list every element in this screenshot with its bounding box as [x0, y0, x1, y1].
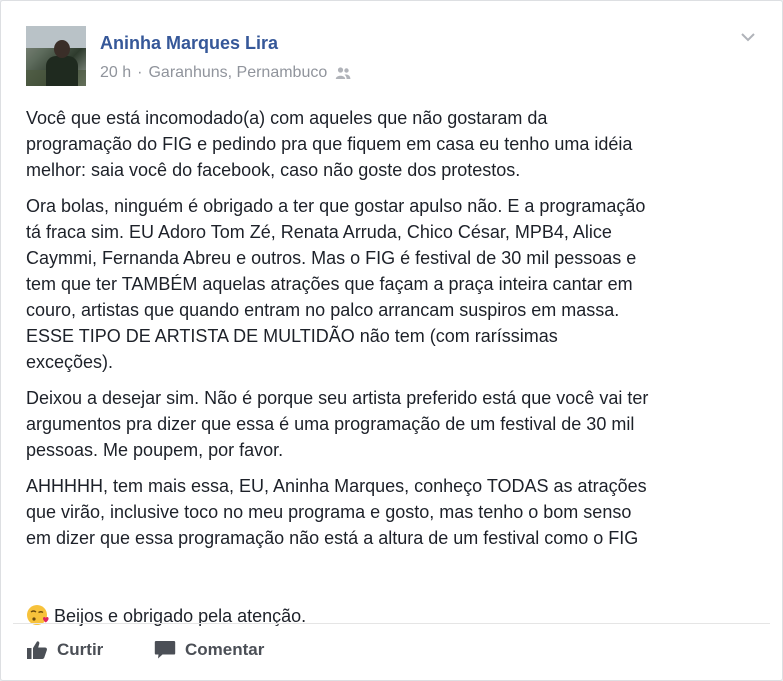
post-text: Você que está incomodado(a) com aqueles …	[26, 105, 761, 629]
like-button[interactable]: Curtir	[26, 637, 103, 663]
author-name[interactable]: Aninha Marques Lira	[100, 33, 278, 54]
friends-icon[interactable]	[335, 66, 351, 80]
like-label: Curtir	[57, 640, 104, 659]
post-paragraph-last: Beijos e obrigado pela atenção.	[26, 551, 761, 629]
comment-label: Comentar	[185, 640, 265, 659]
divider	[13, 623, 770, 624]
post-paragraph: Você que está incomodado(a) com aqueles …	[26, 108, 633, 180]
post-meta: 20 h · Garanhuns, Pernambuco	[100, 64, 351, 82]
post-card: Aninha Marques Lira 20 h · Garanhuns, Pe…	[0, 0, 783, 681]
comment-button[interactable]: Comentar	[154, 637, 264, 663]
post-paragraph: Deixou a desejar sim. Não é porque seu a…	[26, 388, 649, 460]
avatar[interactable]	[26, 26, 86, 86]
chevron-down-icon[interactable]	[738, 29, 758, 45]
post-time[interactable]: 20 h	[100, 64, 131, 82]
post-paragraph: AHHHHH, tem mais essa, EU, Aninha Marque…	[26, 476, 647, 548]
post-paragraph: Ora bolas, ninguém é obrigado a ter que …	[26, 196, 646, 372]
post-location[interactable]: Garanhuns, Pernambuco	[148, 64, 327, 82]
comment-icon	[154, 640, 176, 660]
kiss-emoji-icon	[26, 577, 50, 625]
meta-separator: ·	[137, 64, 143, 81]
thumbs-up-icon	[26, 640, 48, 660]
